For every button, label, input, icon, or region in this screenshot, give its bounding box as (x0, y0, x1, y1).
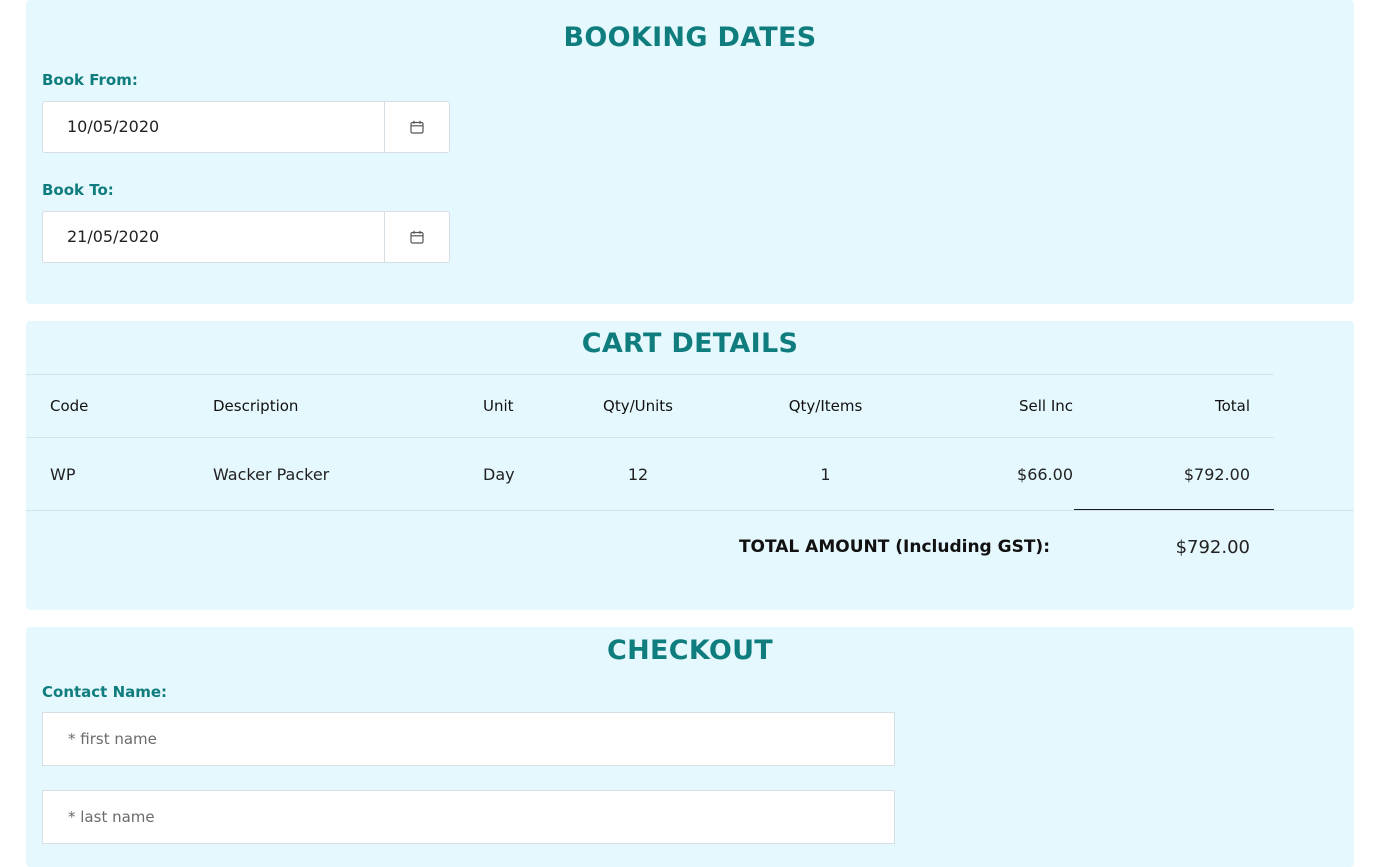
total-amount-label: TOTAL AMOUNT (Including GST): (738, 537, 1050, 557)
row-divider (26, 510, 1354, 511)
cart-table: Code Description Unit Qty/Units Qty/Item… (26, 374, 1274, 510)
cell-qty-items: 1 (820, 464, 831, 484)
header-qty-items: Qty/Items (703, 374, 948, 438)
book-from-value[interactable]: 10/05/2020 (43, 102, 384, 152)
cell-qty-units: 12 (627, 464, 649, 484)
cart-header-row: Code Description Unit Qty/Units Qty/Item… (26, 374, 1274, 438)
booking-dates-title: BOOKING DATES (563, 22, 817, 53)
book-to-field[interactable]: 21/05/2020 (42, 211, 450, 263)
book-from-label: Book From: (42, 71, 138, 89)
checkout-panel: CHECKOUT Contact Name: (26, 627, 1354, 867)
first-name-input[interactable] (42, 712, 895, 766)
book-to-calendar-button[interactable] (384, 212, 449, 262)
header-sell-inc: Sell Inc (948, 374, 1073, 438)
book-from-calendar-button[interactable] (384, 102, 449, 152)
cell-code: WP (50, 464, 76, 484)
total-amount-value: $792.00 (1175, 537, 1250, 558)
cart-details-panel: CART DETAILS Code Description Unit Qty/U… (26, 321, 1354, 610)
header-description: Description (213, 374, 483, 438)
book-to-label: Book To: (42, 181, 114, 199)
cell-unit: Day (483, 464, 515, 484)
book-from-field[interactable]: 10/05/2020 (42, 101, 450, 153)
header-code: Code (26, 374, 213, 438)
header-unit: Unit (483, 374, 573, 438)
cell-total: $792.00 (1183, 464, 1250, 484)
total-underline (1074, 509, 1274, 510)
cell-sell-inc: $66.00 (1017, 464, 1073, 484)
calendar-icon (410, 120, 424, 134)
header-qty-units: Qty/Units (573, 374, 703, 438)
contact-name-label: Contact Name: (42, 683, 168, 701)
calendar-icon (410, 230, 424, 244)
last-name-input[interactable] (42, 790, 895, 844)
checkout-title: CHECKOUT (606, 635, 774, 666)
booking-dates-panel: BOOKING DATES Book From: 10/05/2020 Book… (26, 0, 1354, 304)
table-row: WP Wacker Packer Day 12 1 $66.00 $792.00 (26, 438, 1274, 511)
cart-details-title: CART DETAILS (581, 328, 799, 359)
header-total: Total (1073, 374, 1274, 438)
book-to-value[interactable]: 21/05/2020 (43, 212, 384, 262)
cell-description: Wacker Packer (213, 464, 330, 484)
